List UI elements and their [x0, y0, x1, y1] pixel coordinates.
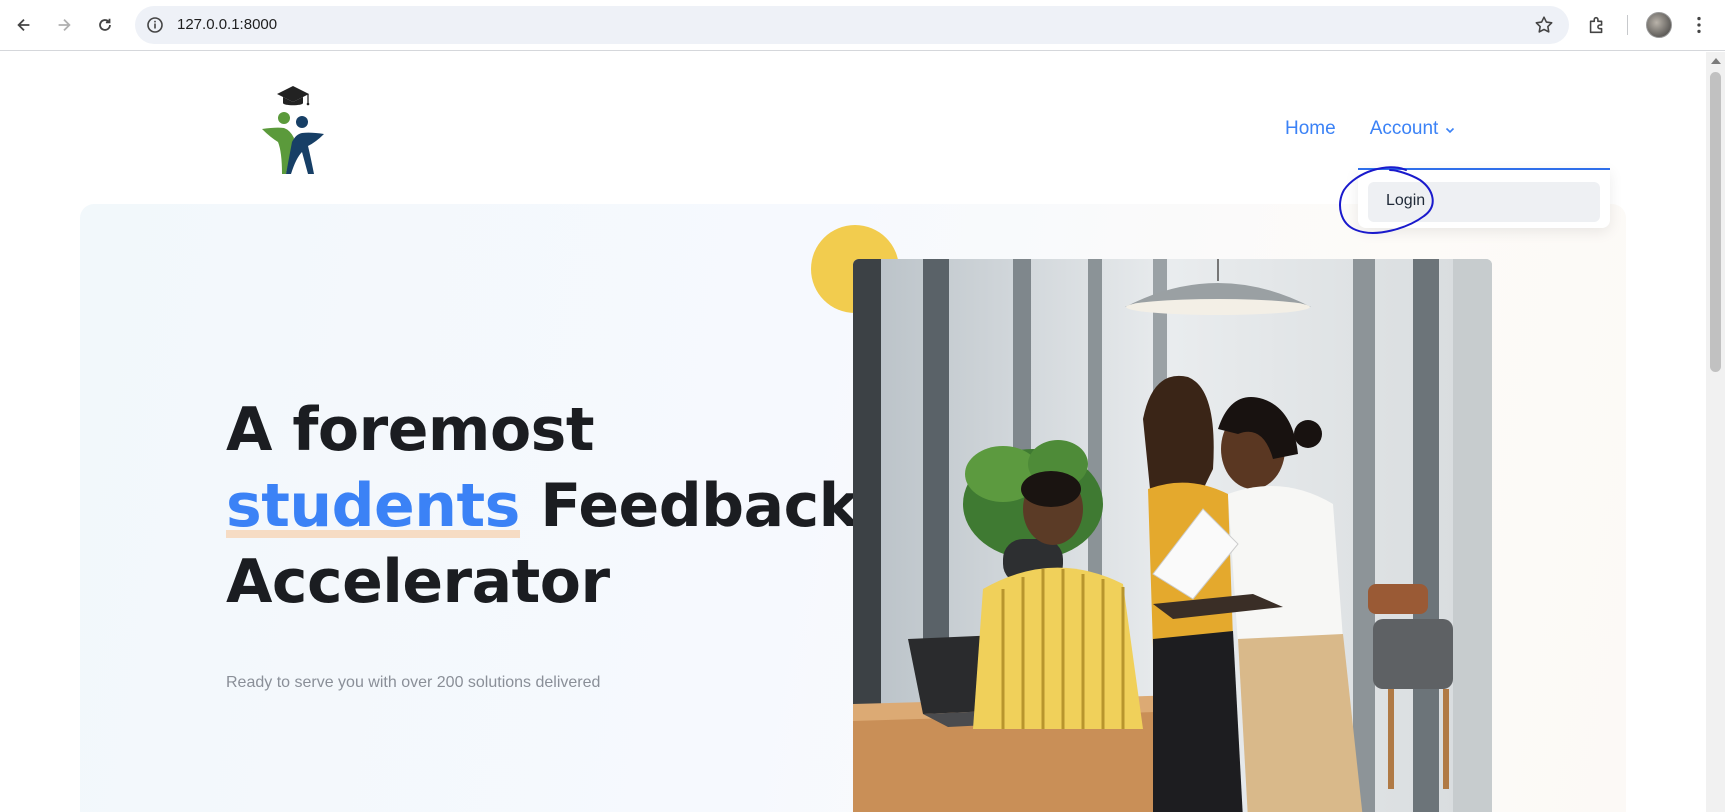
- hero-heading-line1: A foremost: [226, 395, 595, 465]
- hero-heading-line2: Feedback: [519, 471, 859, 541]
- hero-subtitle: Ready to serve you with over 200 solutio…: [226, 674, 601, 691]
- scroll-up-arrow-icon[interactable]: [1711, 58, 1721, 64]
- browser-toolbar: 127.0.0.1:8000: [0, 0, 1725, 51]
- hero-heading-highlight: students: [226, 468, 520, 544]
- toolbar-divider: [1627, 15, 1628, 35]
- back-icon: [17, 18, 30, 32]
- login-menu-item[interactable]: Login: [1368, 182, 1600, 222]
- nav-account-label: Account: [1369, 118, 1439, 139]
- hero-heading: A foremost students Feedback Accelerator: [226, 392, 866, 620]
- page-scrollbar[interactable]: [1706, 52, 1725, 812]
- back-button[interactable]: [10, 11, 38, 39]
- address-bar[interactable]: 127.0.0.1:8000: [135, 6, 1569, 44]
- hero-heading-line3: Accelerator: [226, 547, 610, 617]
- hero-photo: [853, 259, 1492, 812]
- profile-avatar[interactable]: [1646, 12, 1672, 38]
- account-dropdown-menu: Login: [1358, 168, 1610, 228]
- forward-button[interactable]: [50, 11, 78, 39]
- extensions-icon[interactable]: [1586, 14, 1608, 36]
- nav-account-dropdown[interactable]: Account: [1370, 118, 1457, 140]
- url-text[interactable]: 127.0.0.1:8000: [177, 16, 277, 33]
- site-logo[interactable]: [256, 82, 330, 174]
- bookmark-star-icon[interactable]: [1533, 14, 1555, 36]
- site-info-icon[interactable]: [145, 15, 165, 35]
- chevron-down-icon: [1446, 127, 1455, 134]
- reload-icon: [99, 18, 111, 31]
- forward-icon: [58, 18, 71, 32]
- nav-home-link[interactable]: Home: [1285, 118, 1336, 140]
- reload-button[interactable]: [91, 11, 119, 39]
- more-menu-icon[interactable]: [1688, 14, 1710, 36]
- scrollbar-thumb[interactable]: [1710, 72, 1721, 372]
- web-page: Home Account Login A foremost students F…: [0, 52, 1706, 812]
- main-nav: Home Account: [1285, 118, 1456, 140]
